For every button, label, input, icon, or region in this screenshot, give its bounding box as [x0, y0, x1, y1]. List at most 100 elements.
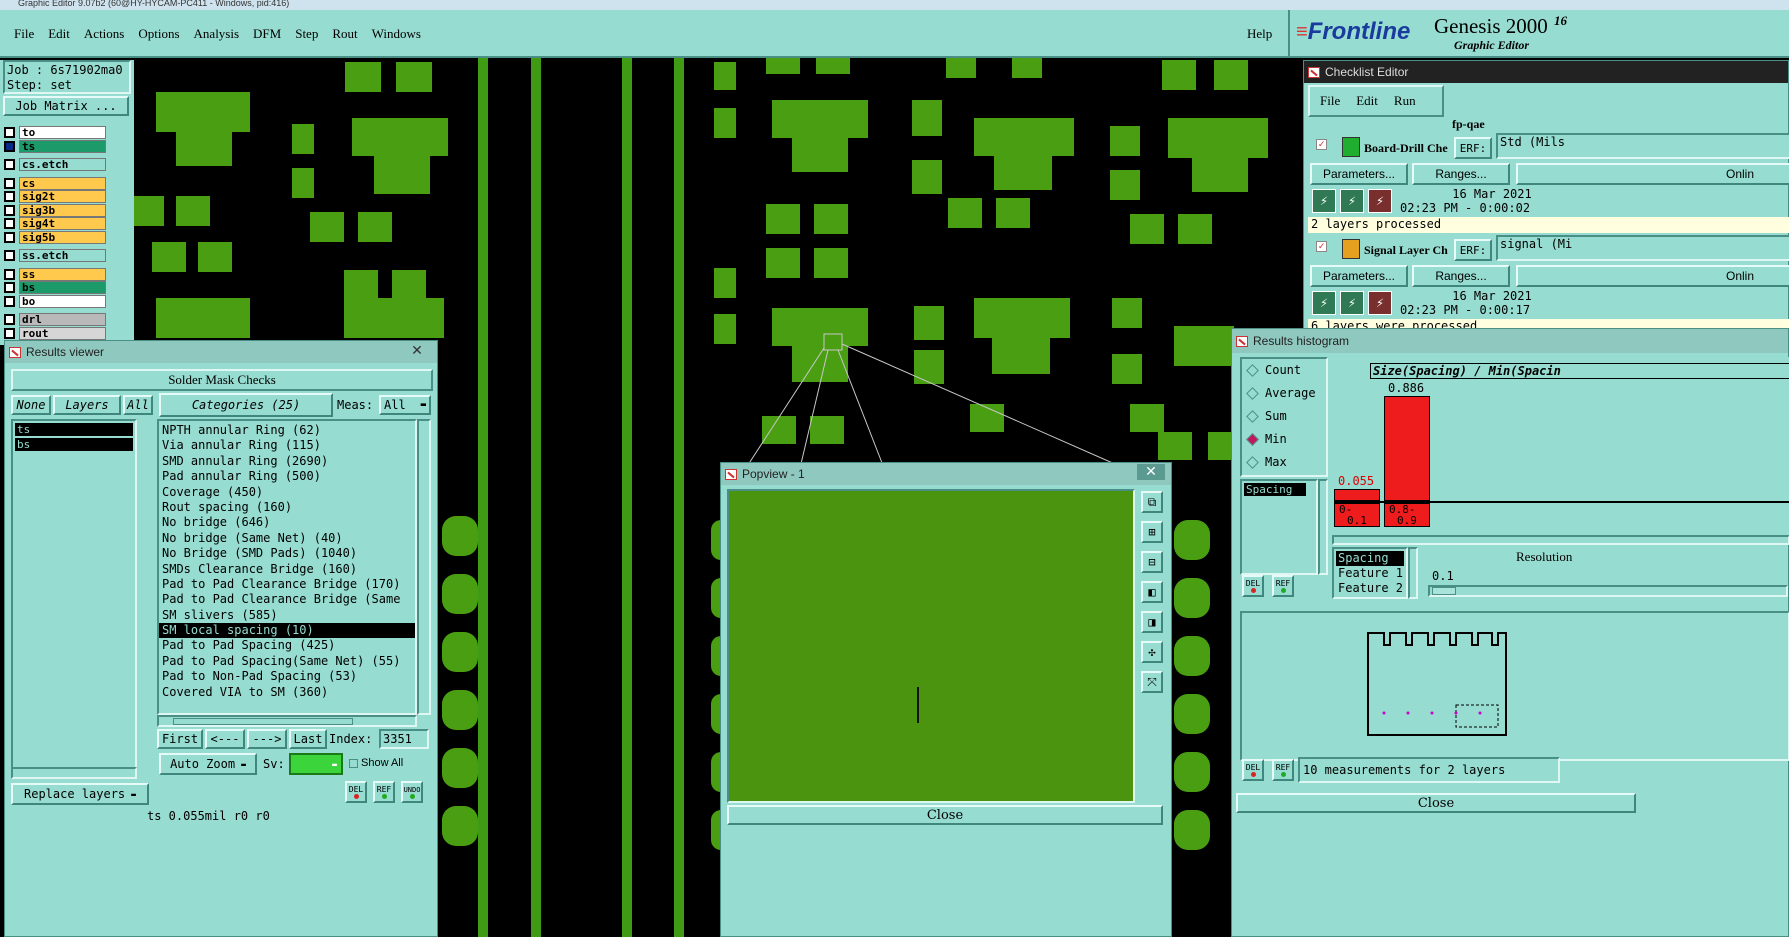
layer-name[interactable]: ss.etch — [19, 249, 106, 262]
resolution-slider[interactable] — [1428, 585, 1788, 597]
zoom-in-icon[interactable]: ⊞ — [1141, 521, 1163, 543]
layer-name[interactable]: rout — [19, 326, 106, 340]
measure-list[interactable]: Spacing — [1240, 479, 1318, 575]
layer-name[interactable]: sig2t — [19, 190, 106, 203]
erf-button[interactable]: ERF: — [1454, 137, 1492, 159]
stop-icon[interactable]: ⚡ — [1368, 189, 1392, 213]
layer-list-hscroll[interactable] — [11, 767, 137, 779]
category-item[interactable]: No bridge (646) — [159, 515, 415, 530]
layer-row-sig4t[interactable]: sig4t — [4, 217, 106, 230]
close-icon[interactable]: ✕ — [1137, 464, 1165, 480]
undo-button[interactable]: UNDO — [401, 781, 423, 803]
layer-checkbox[interactable] — [4, 327, 15, 339]
layer-row-cs[interactable]: cs — [4, 176, 106, 190]
category-item[interactable]: SM slivers (585) — [159, 608, 415, 623]
menu-edit[interactable]: Edit — [48, 26, 70, 42]
categories-list[interactable]: NPTH annular Ring (62) Via annular Ring (… — [157, 419, 417, 715]
categories-vscroll[interactable] — [417, 419, 431, 715]
category-item[interactable]: Pad to Non-Pad Spacing (53) — [159, 669, 415, 684]
mode-count-radio[interactable]: Count — [1246, 363, 1301, 377]
layer-checkbox[interactable] — [4, 231, 15, 243]
layer-checkbox[interactable] — [4, 177, 15, 189]
item-checkbox[interactable]: ✓ — [1316, 241, 1327, 252]
hist-del-button[interactable]: DEL — [1242, 575, 1264, 597]
job-matrix-button[interactable]: Job Matrix ... — [3, 96, 129, 116]
all-layers-button[interactable]: All — [123, 395, 153, 415]
layer-row-rout[interactable]: rout — [4, 326, 106, 340]
category-item[interactable]: Pad to Pad Clearance Bridge (Same — [159, 592, 415, 607]
run-step-icon[interactable]: ⚡ — [1340, 189, 1364, 213]
meas-select[interactable]: All ▬ — [379, 395, 431, 415]
layer-row-sig3b[interactable]: sig3b — [4, 203, 106, 217]
fit-window-icon[interactable]: ⧉ — [1141, 491, 1163, 513]
menu-analysis[interactable]: Analysis — [194, 26, 240, 42]
menu-windows[interactable]: Windows — [372, 26, 421, 42]
menu-actions[interactable]: Actions — [84, 26, 124, 42]
next-button[interactable]: ---> — [247, 729, 287, 749]
run-icon[interactable]: ⚡ — [1312, 189, 1336, 213]
category-item[interactable]: Covered VIA to SM (360) — [159, 685, 415, 700]
layer-checkbox[interactable] — [4, 268, 15, 280]
category-item[interactable]: Pad to Pad Spacing (425) — [159, 638, 415, 653]
layer-row-ss.etch[interactable]: ss.etch — [4, 249, 106, 262]
category-item[interactable]: No Bridge (SMD Pads) (1040) — [159, 546, 415, 561]
hist-ref-button[interactable]: REF — [1272, 575, 1294, 597]
board-preview[interactable] — [1240, 611, 1789, 761]
online-button[interactable]: Onlin — [1516, 265, 1789, 287]
layer-row-to[interactable]: to — [4, 126, 106, 139]
categories-hscroll[interactable] — [157, 715, 417, 727]
online-button[interactable]: Onlin — [1516, 163, 1789, 185]
first-button[interactable]: First — [157, 729, 203, 749]
popview-titlebar[interactable]: Popview - 1 ✕ — [721, 463, 1171, 485]
histogram-bar[interactable] — [1334, 489, 1380, 501]
layer-name[interactable]: cs.etch — [19, 158, 106, 171]
layer-row-ts[interactable]: ts — [4, 139, 106, 153]
category-item[interactable]: Rout spacing (160) — [159, 500, 415, 515]
category-item[interactable]: No bridge (Same Net) (40) — [159, 531, 415, 546]
category-item[interactable]: Pad to Pad Spacing(Same Net) (55) — [159, 654, 415, 669]
category-item[interactable]: NPTH annular Ring (62) — [159, 423, 415, 438]
zoom-extents-icon[interactable]: ⤧ — [1141, 671, 1163, 693]
layer-row-sig5b[interactable]: sig5b — [4, 230, 106, 244]
hist-del-button-2[interactable]: DEL — [1242, 759, 1264, 781]
results-layer-list[interactable]: ts bs — [11, 419, 137, 769]
fields-vscroll[interactable] — [1408, 547, 1418, 599]
erf-value[interactable]: signal (Mi — [1496, 235, 1789, 261]
hist-ref-button-2[interactable]: REF — [1272, 759, 1294, 781]
popview-close-button[interactable]: Close — [727, 805, 1163, 825]
checklist-menu-run[interactable]: Run — [1394, 93, 1416, 109]
layer-row-drl[interactable]: drl — [4, 313, 106, 326]
zoom-home-icon[interactable]: ✣ — [1141, 641, 1163, 663]
none-button[interactable]: None — [11, 395, 51, 415]
erf-button[interactable]: ERF: — [1454, 239, 1492, 261]
ranges-button[interactable]: Ranges... — [1412, 163, 1510, 185]
show-all-checkbox[interactable]: Show All — [349, 757, 403, 769]
layer-name[interactable]: ts — [19, 139, 106, 153]
layers-button[interactable]: Layers — [53, 395, 121, 415]
layer-row-ss[interactable]: ss — [4, 267, 106, 281]
menu-dfm[interactable]: DFM — [253, 26, 281, 42]
field-item[interactable]: Feature 1 — [1336, 566, 1404, 581]
histogram-titlebar[interactable]: Results histogram — [1232, 329, 1788, 353]
layer-checkbox[interactable] — [4, 282, 15, 293]
category-item[interactable]: Pad annular Ring (500) — [159, 469, 415, 484]
layer-row-bs[interactable]: bs — [4, 281, 106, 294]
categories-button[interactable]: Categories (25) — [159, 393, 333, 417]
layer-checkbox[interactable] — [4, 127, 15, 138]
layer-checkbox[interactable] — [4, 140, 15, 152]
layer-checkbox[interactable] — [4, 218, 15, 229]
layer-item[interactable]: ts — [15, 423, 133, 436]
measure-list-vscroll[interactable] — [1318, 479, 1328, 575]
layer-checkbox[interactable] — [4, 159, 15, 170]
replace-layers-select[interactable]: Replace layers ▬ — [11, 783, 149, 805]
field-item[interactable]: Spacing — [1336, 551, 1404, 566]
parameters-button[interactable]: Parameters... — [1310, 265, 1408, 287]
category-item[interactable]: Pad to Pad Clearance Bridge (170) — [159, 577, 415, 592]
pan-right-icon[interactable]: ◨ — [1141, 611, 1163, 633]
layer-name[interactable]: sig3b — [19, 203, 106, 217]
layer-name[interactable]: bo — [19, 294, 106, 308]
menu-file[interactable]: File — [14, 26, 34, 42]
fields-list[interactable]: Spacing Feature 1 Feature 2 — [1332, 547, 1408, 599]
prev-button[interactable]: <--- — [205, 729, 245, 749]
ref-button[interactable]: REF — [373, 781, 395, 803]
